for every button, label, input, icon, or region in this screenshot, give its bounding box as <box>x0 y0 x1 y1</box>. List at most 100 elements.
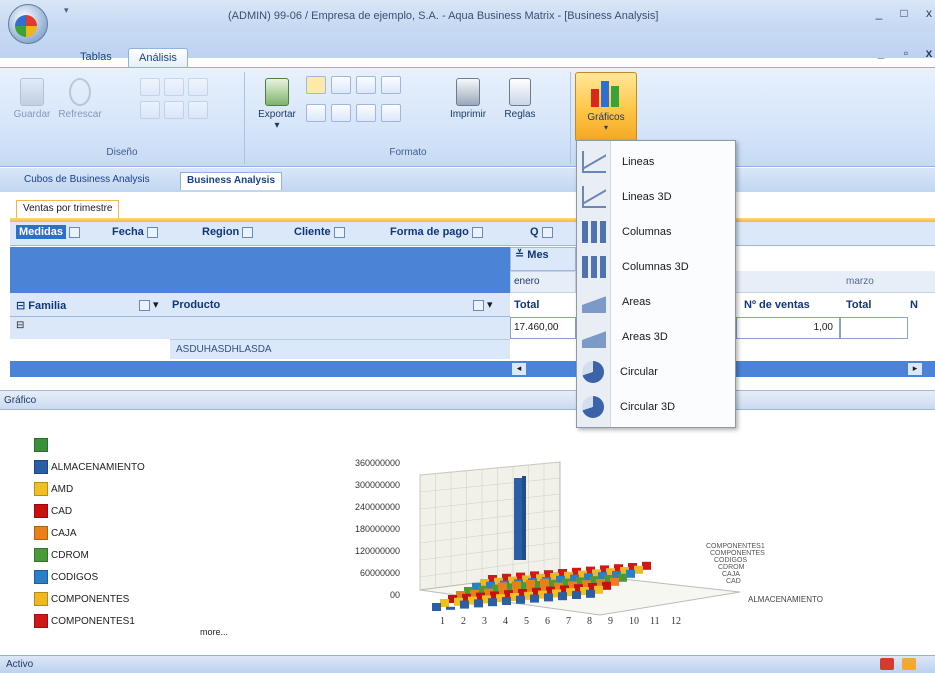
menu-item-columnas[interactable]: Columnas <box>577 215 735 249</box>
menu-item-circular[interactable]: Circular <box>577 355 735 389</box>
y-tick-label: 240000000 <box>355 502 400 512</box>
legend-label: CAD <box>51 505 73 517</box>
grid-icon[interactable] <box>164 101 184 119</box>
zoom-icon[interactable] <box>381 76 401 94</box>
cell-empty[interactable] <box>840 317 908 339</box>
z-tick-label: CDROM <box>718 564 745 571</box>
legend-swatch <box>34 460 48 474</box>
filter-icon[interactable] <box>333 226 345 238</box>
filter-icon[interactable] <box>146 226 158 238</box>
scroll-left-icon[interactable]: ◂ <box>512 363 526 375</box>
medidas-label: Medidas <box>16 225 67 239</box>
column-icon[interactable] <box>356 104 376 122</box>
layout-icon[interactable] <box>164 78 184 96</box>
menu-item-label: Circular 3D <box>620 401 676 413</box>
filter-icon[interactable] <box>471 226 483 238</box>
field-forma-de-pago[interactable]: Forma de pago <box>390 226 483 238</box>
menu-item-areas[interactable]: Areas <box>577 285 735 319</box>
field-region[interactable]: Region <box>202 226 254 238</box>
graficos-button[interactable]: Gráficos ▾ <box>575 72 637 142</box>
field-mes[interactable]: ≚ Mes <box>510 247 576 271</box>
mdi-restore-button[interactable]: ▫ <box>895 46 917 64</box>
cell-ventas[interactable]: 1,00 <box>736 317 840 339</box>
menu-item-lineas-3d[interactable]: Lineas 3D <box>577 180 735 214</box>
collapse-icon[interactable]: ⊟ <box>16 320 24 331</box>
area-3d-chart-icon <box>582 326 606 348</box>
legend-swatch <box>34 482 48 496</box>
field-cliente[interactable]: Cliente <box>294 226 345 238</box>
cross-icon[interactable] <box>331 104 351 122</box>
minimize-button[interactable]: _ <box>868 6 890 24</box>
menu-item-areas-3d[interactable]: Areas 3D <box>577 320 735 354</box>
close-button[interactable]: x <box>918 6 935 24</box>
scroll-right-icon[interactable]: ▸ <box>908 363 922 375</box>
rules-icon <box>509 78 531 106</box>
maximize-button[interactable]: □ <box>893 6 915 24</box>
y-tick-label: 300000000 <box>355 480 400 490</box>
reglas-button[interactable]: Reglas <box>500 78 540 120</box>
guardar-button[interactable]: Guardar <box>12 78 52 120</box>
link-icon[interactable] <box>140 101 160 119</box>
menu-item-circular-3d[interactable]: Circular 3D <box>577 390 735 424</box>
z-tick-label: CODIGOS <box>714 557 747 564</box>
horizontal-scrollbar[interactable] <box>10 361 935 377</box>
legend-swatch <box>34 592 48 606</box>
measure-header-ventas: Nº de ventas <box>744 299 810 311</box>
row-icon[interactable] <box>381 104 401 122</box>
chart-column <box>586 589 595 598</box>
tab-cubos[interactable]: Cubos de Business Analysis <box>18 172 156 190</box>
quick-access-toolbar[interactable]: ▾ <box>64 5 69 16</box>
filter-icon[interactable] <box>188 78 208 96</box>
chevron-down-icon: ▾ <box>603 123 608 132</box>
application-window: ▾ (ADMIN) 99-06 / Empresa de ejemplo, S.… <box>0 0 935 673</box>
filter-icon[interactable] <box>242 226 254 238</box>
legend-more-link[interactable]: more... <box>200 627 228 637</box>
cell-producto[interactable]: ASDUHASDHLASDA <box>170 339 510 359</box>
mdi-minimize-button[interactable]: _ <box>870 46 892 64</box>
menu-item-columnas-3d[interactable]: Columnas 3D <box>577 250 735 284</box>
reglas-label: Reglas <box>504 109 536 120</box>
chart-column <box>516 595 525 604</box>
chart-column <box>618 573 627 582</box>
copy-icon[interactable] <box>140 78 160 96</box>
tab-ventas-por-trimestre[interactable]: Ventas por trimestre <box>16 200 120 218</box>
status-alert-icon[interactable] <box>880 658 894 670</box>
row-field-producto[interactable]: Producto <box>172 299 220 311</box>
table-icon[interactable] <box>306 104 326 122</box>
cell-total[interactable]: 17.460,00 <box>510 317 576 339</box>
pie-3d-chart-icon <box>582 396 604 418</box>
filter-icon[interactable] <box>541 226 553 238</box>
dropdown-icon[interactable] <box>69 226 81 238</box>
exportar-button[interactable]: Exportar ▾ <box>252 78 302 131</box>
row-field-familia[interactable]: ⊟ Familia <box>16 299 66 312</box>
tab-analisis[interactable]: Análisis <box>128 48 188 68</box>
status-user-icon[interactable] <box>902 658 916 670</box>
forma-de-pago-label: Forma de pago <box>390 226 469 238</box>
field-q[interactable]: Q <box>530 226 553 238</box>
month-header-marzo: marzo <box>846 276 874 287</box>
column-3d-chart-icon <box>582 256 606 278</box>
familia-filter-icon[interactable]: ▾ <box>136 298 159 311</box>
imprimir-button[interactable]: Imprimir <box>446 78 490 120</box>
line-chart-icon <box>582 151 606 173</box>
producto-filter-icon[interactable]: ▾ <box>470 298 493 311</box>
area-chart-icon <box>582 291 606 313</box>
refrescar-button[interactable]: Refrescar <box>56 78 104 120</box>
sort-icon[interactable] <box>331 76 351 94</box>
app-logo-icon <box>15 15 37 37</box>
format-icon[interactable] <box>306 76 326 94</box>
legend-label: ALMACENAMIENTO <box>51 461 145 473</box>
legend-swatch <box>34 548 48 562</box>
tab-business-analysis[interactable]: Business Analysis <box>180 172 283 190</box>
menu-item-lineas[interactable]: Lineas <box>577 145 735 179</box>
swap-icon[interactable] <box>356 76 376 94</box>
tab-tablas[interactable]: Tablas <box>70 48 122 68</box>
x-tick-label: 5 <box>524 616 529 627</box>
field-fecha[interactable]: Fecha <box>112 226 158 238</box>
menu-item-label: Columnas 3D <box>622 261 689 273</box>
formula-icon[interactable] <box>188 101 208 119</box>
mdi-close-button[interactable]: x <box>918 46 935 64</box>
field-medidas[interactable]: Medidas <box>16 225 81 239</box>
month-header-enero: enero <box>510 271 576 293</box>
chart-column <box>488 598 497 607</box>
